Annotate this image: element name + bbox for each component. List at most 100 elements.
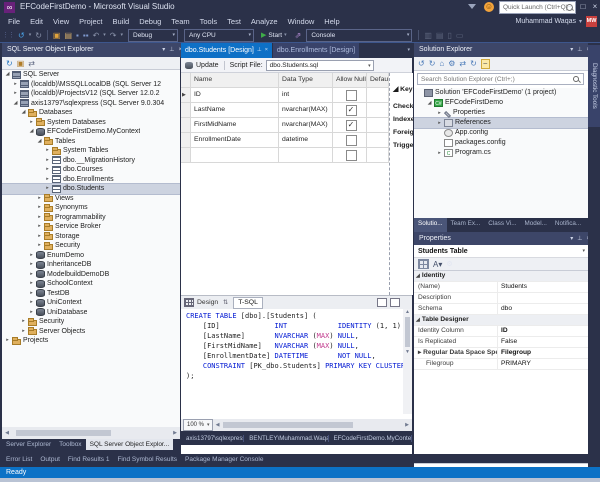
cell-data-type[interactable]: datetime bbox=[279, 133, 333, 148]
property-row-name[interactable]: (Name) Students bbox=[414, 282, 588, 293]
context-pane-check-constraints[interactable]: Check Constraints bbox=[390, 103, 413, 110]
pin-icon[interactable]: ⊥ bbox=[257, 43, 262, 58]
chevron-expanded-icon[interactable]: ◢ bbox=[4, 70, 11, 80]
property-row-identity-column[interactable]: Identity Column ID bbox=[414, 326, 588, 337]
open-file-icon[interactable]: ▤ bbox=[64, 31, 72, 40]
scrollbar-thumb[interactable] bbox=[16, 430, 111, 436]
bottom-tab-error-list[interactable]: Error List bbox=[2, 454, 36, 467]
scroll-down-icon[interactable]: ▼ bbox=[403, 349, 412, 355]
property-value[interactable]: PRIMARY bbox=[498, 359, 588, 369]
cell-data-type[interactable]: nvarchar(MAX) bbox=[279, 103, 333, 118]
chevron-collapsed-icon[interactable]: ▸ bbox=[28, 289, 35, 299]
minimize-button[interactable]: – bbox=[564, 0, 576, 14]
sqlox-item-axis13797-sqlexpress-sql-server-9-0-304[interactable]: ◢ axis13797\sqlexpress (SQL Server 9.0.30… bbox=[2, 99, 180, 109]
categorized-icon[interactable] bbox=[418, 259, 429, 269]
chevron-expanded-icon[interactable]: ◢ bbox=[12, 99, 19, 109]
navigate-back-icon[interactable]: ↺ bbox=[418, 59, 425, 68]
property-row-filegroup[interactable]: Filegroup PRIMARY bbox=[414, 359, 588, 370]
sqlox-item-unicontext[interactable]: ▸ UniContext bbox=[2, 298, 180, 308]
feedback-smiley-icon[interactable]: ☺ bbox=[484, 2, 494, 12]
property-value[interactable]: ID bbox=[498, 326, 588, 336]
solution-explorer-search-input[interactable]: Search Solution Explorer (Ctrl+;) bbox=[417, 73, 584, 85]
sqlox-item-schoolcontext[interactable]: ▸ SchoolContext bbox=[2, 279, 180, 289]
chevron-collapsed-icon[interactable]: ▸ bbox=[436, 118, 443, 128]
sqlox-item-views[interactable]: ▸ Views bbox=[2, 194, 180, 204]
diagnostic-tools-tab[interactable]: Diagnostic Tools bbox=[588, 45, 600, 127]
menu-item-tools[interactable]: Tools bbox=[195, 15, 223, 28]
sqlox-item-localdb-mssqllocaldb-sql-server-12[interactable]: ▸ (localdb)\MSSQLLocalDB (SQL Server 12 bbox=[2, 80, 180, 90]
chevron-collapsed-icon[interactable]: ▸ bbox=[436, 108, 443, 118]
chevron-collapsed-icon[interactable]: ▸ bbox=[20, 317, 27, 327]
checkbox-checked[interactable]: ✓ bbox=[345, 105, 357, 116]
property-pages-icon[interactable]: ⚙ bbox=[446, 260, 452, 268]
scroll-left-icon[interactable]: ◀ bbox=[2, 430, 12, 436]
toolbar-drag-handle[interactable]: ⋮⋮ bbox=[2, 31, 15, 39]
refresh-icon[interactable]: ↻ bbox=[470, 59, 477, 68]
pin-icon[interactable]: ⊥ bbox=[577, 232, 582, 246]
chevron-collapsed-icon[interactable]: ▸ bbox=[28, 298, 35, 308]
bookmark-icon[interactable]: ▯ bbox=[447, 31, 451, 40]
scrollbar-thumb[interactable] bbox=[222, 422, 353, 428]
tsql-tab[interactable]: T-SQL bbox=[233, 296, 263, 309]
dock-tab-sql-server-object-explor[interactable]: SQL Server Object Explor... bbox=[85, 439, 174, 450]
attach-process-icon[interactable]: ⇗ bbox=[295, 31, 302, 40]
menu-item-window[interactable]: Window bbox=[283, 15, 320, 28]
chevron-collapsed-icon[interactable]: ▸ bbox=[44, 184, 51, 194]
cell-name[interactable]: EnrollmentDate bbox=[191, 133, 279, 148]
sqlox-item-localdb-projectsv12-sql-server-12-0-2[interactable]: ▸ (localdb)\ProjectsV12 (SQL Server 12.0.… bbox=[2, 89, 180, 99]
chevron-collapsed-icon[interactable]: ▸ bbox=[28, 118, 35, 128]
chevron-collapsed-icon[interactable]: ▸ bbox=[12, 89, 19, 99]
menu-item-build[interactable]: Build bbox=[108, 15, 135, 28]
chevron-collapsed-icon[interactable]: ▸ bbox=[44, 175, 51, 185]
bottom-tab-output[interactable]: Output bbox=[36, 454, 64, 467]
sqlox-item-tables[interactable]: ◢ Tables bbox=[2, 137, 180, 147]
solution-item-efcodefirstdemo[interactable]: ◢ C# EFCodeFirstDemo bbox=[414, 98, 588, 108]
bottom-tab-find-results-1[interactable]: Find Results 1 bbox=[64, 454, 114, 467]
cell-name[interactable] bbox=[191, 148, 279, 163]
editor-zoom-dropdown[interactable]: 100 % ▾ bbox=[183, 419, 213, 431]
doc-tab-dbo-students-design[interactable]: dbo.Students [Design] ⊥ × bbox=[181, 43, 272, 58]
checkbox-checked[interactable]: ✓ bbox=[345, 120, 357, 131]
maximize-button[interactable]: □ bbox=[577, 0, 589, 14]
chevron-collapsed-icon[interactable]: ▸ bbox=[36, 203, 43, 213]
cell-default[interactable] bbox=[367, 103, 389, 118]
undo-icon[interactable]: ↶ bbox=[93, 31, 100, 40]
chevron-collapsed-icon[interactable]: ▸ bbox=[36, 241, 43, 251]
sqlox-item-service-broker[interactable]: ▸ Service Broker bbox=[2, 222, 180, 232]
update-button[interactable]: Update bbox=[196, 62, 219, 69]
sqlox-item-system-databases[interactable]: ▸ System Databases bbox=[2, 118, 180, 128]
context-pane-keys[interactable]: ◢ Keys bbox=[390, 85, 413, 93]
chevron-down-icon[interactable]: ▾ bbox=[162, 43, 165, 57]
chevron-expanded-icon[interactable]: ◢ bbox=[426, 98, 433, 108]
scrollbar-thumb[interactable] bbox=[405, 317, 410, 347]
properties-object-dropdown[interactable]: Students Table ▾ bbox=[414, 245, 588, 258]
chevron-collapsed-icon[interactable]: ▸ bbox=[36, 232, 43, 242]
cell-name[interactable]: LastName bbox=[191, 103, 279, 118]
add-server-icon[interactable]: ▣ bbox=[17, 59, 25, 68]
sqlox-item-system-tables[interactable]: ▸ System Tables bbox=[2, 146, 180, 156]
chevron-collapsed-icon[interactable]: ▸ bbox=[28, 270, 35, 280]
chevron-collapsed-icon[interactable]: ▸ bbox=[20, 327, 27, 337]
chevron-down-icon[interactable]: ▾ bbox=[103, 32, 106, 38]
properties-icon[interactable]: ⚙ bbox=[448, 59, 455, 68]
bottom-tab-package-manager-console[interactable]: Package Manager Console bbox=[181, 454, 267, 467]
menu-item-debug[interactable]: Debug bbox=[134, 15, 166, 28]
code-vertical-scrollbar[interactable]: ▲ ▼ bbox=[403, 309, 412, 414]
chevron-collapsed-icon[interactable]: ▸ bbox=[12, 80, 19, 90]
menu-item-edit[interactable]: Edit bbox=[25, 15, 48, 28]
solution-platform-dropdown[interactable]: Any CPU ▾ bbox=[184, 28, 254, 42]
menu-item-project[interactable]: Project bbox=[74, 15, 107, 28]
home-icon[interactable]: ⌂ bbox=[439, 59, 444, 68]
chevron-collapsed-icon[interactable]: ▸ bbox=[36, 222, 43, 232]
dock-tab-toolbox[interactable]: Toolbox bbox=[55, 439, 85, 450]
save-all-icon[interactable]: ▪▪ bbox=[83, 31, 89, 40]
menu-item-help[interactable]: Help bbox=[319, 15, 344, 28]
property-row-regular-data-space-spec[interactable]: ▸ Regular Data Space Spec Filegroup bbox=[414, 348, 588, 359]
cell-name[interactable]: ID bbox=[191, 88, 279, 103]
cell-name[interactable]: FirstMidName bbox=[191, 118, 279, 133]
grid-row-lastname[interactable]: LastName nvarchar(MAX) ✓ bbox=[181, 103, 389, 118]
menu-item-view[interactable]: View bbox=[48, 15, 74, 28]
cell-data-type[interactable]: nvarchar(MAX) bbox=[279, 118, 333, 133]
cell-default[interactable] bbox=[367, 118, 389, 133]
bottom-tab-find-symbol-results[interactable]: Find Symbol Results bbox=[113, 454, 181, 467]
